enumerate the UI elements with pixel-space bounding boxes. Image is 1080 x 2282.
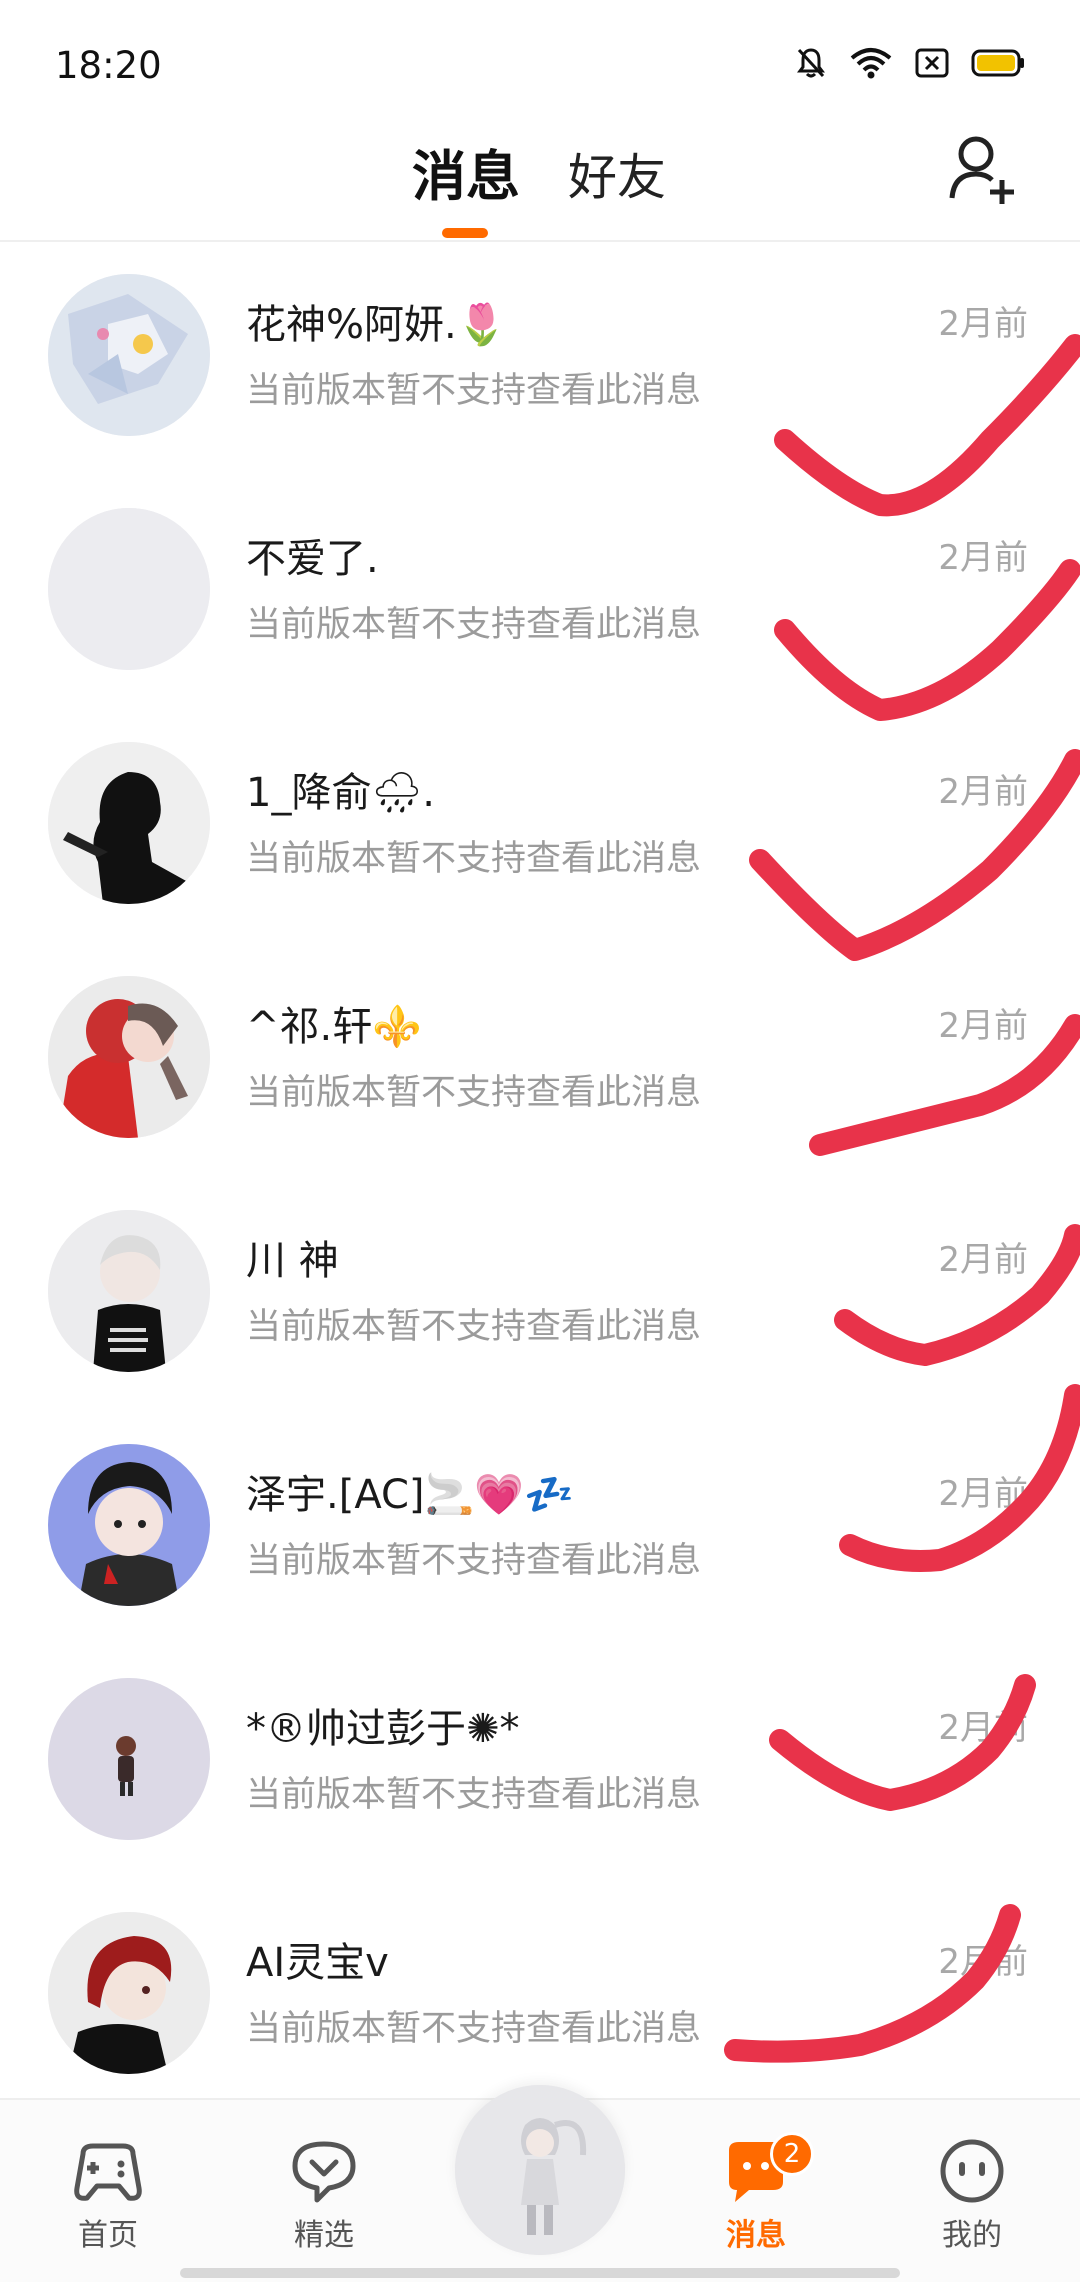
message-time: 2月前 (938, 1708, 1028, 1748)
message-time: 2月前 (938, 1240, 1028, 1280)
message-preview: 当前版本暂不支持查看此消息 (246, 1307, 702, 1347)
bottom-nav: 首页 精选 消息 2 我的 (0, 2085, 1080, 2282)
nav-featured[interactable]: 精选 (254, 2136, 394, 2254)
message-time: 2月前 (938, 1006, 1028, 1046)
message-preview: 当前版本暂不支持查看此消息 (246, 1073, 702, 1113)
message-item[interactable]: 不爱了. 当前版本暂不支持查看此消息 2月前 (0, 476, 1080, 710)
message-preview: 当前版本暂不支持查看此消息 (246, 2009, 702, 2049)
avatar (48, 976, 210, 1138)
message-preview: 当前版本暂不支持查看此消息 (246, 605, 702, 645)
message-preview: 当前版本暂不支持查看此消息 (246, 1541, 702, 1581)
status-icons (795, 46, 1025, 80)
avatar (48, 508, 210, 670)
tab-friends[interactable]: 好友 (568, 138, 666, 209)
contact-name: 1_降俞🌧. (246, 770, 435, 816)
battery-icon (971, 49, 1024, 77)
avatar (48, 1912, 210, 2074)
face-icon (940, 2139, 1004, 2203)
header: 消息 好友 (0, 120, 1080, 242)
avatar (48, 1444, 210, 1606)
heart-chat-icon (292, 2141, 356, 2203)
nav-profile[interactable]: 我的 (902, 2136, 1042, 2254)
tab-messages[interactable]: 消息 (412, 132, 520, 211)
message-item[interactable]: ^祁.轩⚜️ 当前版本暂不支持查看此消息 2月前 (0, 944, 1080, 1178)
wifi-icon (850, 48, 892, 79)
message-list: 花神%阿妍.🌷 当前版本暂不支持查看此消息 2月前 不爱了. 当前版本暂不支持查… (0, 242, 1080, 2114)
message-item[interactable]: 川 神 当前版本暂不支持查看此消息 2月前 (0, 1178, 1080, 1412)
message-time: 2月前 (938, 1942, 1028, 1982)
message-item[interactable]: AI灵宝v 当前版本暂不支持查看此消息 2月前 (0, 1880, 1080, 2114)
contact-name: ^祁.轩⚜️ (246, 1004, 423, 1050)
center-character-button[interactable] (455, 2085, 625, 2255)
home-indicator (180, 2268, 900, 2278)
message-item[interactable]: *®帅过彭于✺* 当前版本暂不支持查看此消息 2月前 (0, 1646, 1080, 1880)
contact-name: *®帅过彭于✺* (246, 1706, 520, 1752)
contact-name: 川 神 (246, 1238, 339, 1284)
status-bar: 18:20 (0, 0, 1080, 120)
avatar (48, 1678, 210, 1840)
character-avatar (455, 2085, 625, 2255)
status-time: 18:20 (55, 44, 162, 87)
nav-label: 精选 (294, 2218, 354, 2253)
message-preview: 当前版本暂不支持查看此消息 (246, 371, 702, 411)
contact-name: 不爱了. (246, 536, 379, 582)
avatar (48, 1210, 210, 1372)
message-item[interactable]: 泽宇.[AC]🚬💗💤 当前版本暂不支持查看此消息 2月前 (0, 1412, 1080, 1646)
contact-name: 花神%阿妍.🌷 (246, 302, 507, 348)
unread-badge: 2 (770, 2132, 814, 2176)
message-time: 2月前 (938, 538, 1028, 578)
bell-muted-icon (797, 48, 825, 78)
nav-label: 首页 (78, 2218, 138, 2253)
add-friend-icon[interactable] (948, 132, 1018, 206)
gamepad-icon (74, 2143, 142, 2201)
no-sim-icon (915, 48, 949, 78)
nav-label: 消息 (726, 2218, 786, 2253)
contact-name: AI灵宝v (246, 1940, 389, 1986)
message-time: 2月前 (938, 304, 1028, 344)
avatar (48, 742, 210, 904)
message-item[interactable]: 花神%阿妍.🌷 当前版本暂不支持查看此消息 2月前 (0, 242, 1080, 476)
message-preview: 当前版本暂不支持查看此消息 (246, 839, 702, 879)
nav-label: 我的 (942, 2218, 1002, 2253)
contact-name: 泽宇.[AC]🚬💗💤 (246, 1472, 574, 1518)
nav-home[interactable]: 首页 (38, 2136, 178, 2254)
message-time: 2月前 (938, 1474, 1028, 1514)
avatar (48, 274, 210, 436)
tab-active-indicator (442, 228, 488, 238)
message-item[interactable]: 1_降俞🌧. 当前版本暂不支持查看此消息 2月前 (0, 710, 1080, 944)
message-time: 2月前 (938, 772, 1028, 812)
message-preview: 当前版本暂不支持查看此消息 (246, 1775, 702, 1815)
